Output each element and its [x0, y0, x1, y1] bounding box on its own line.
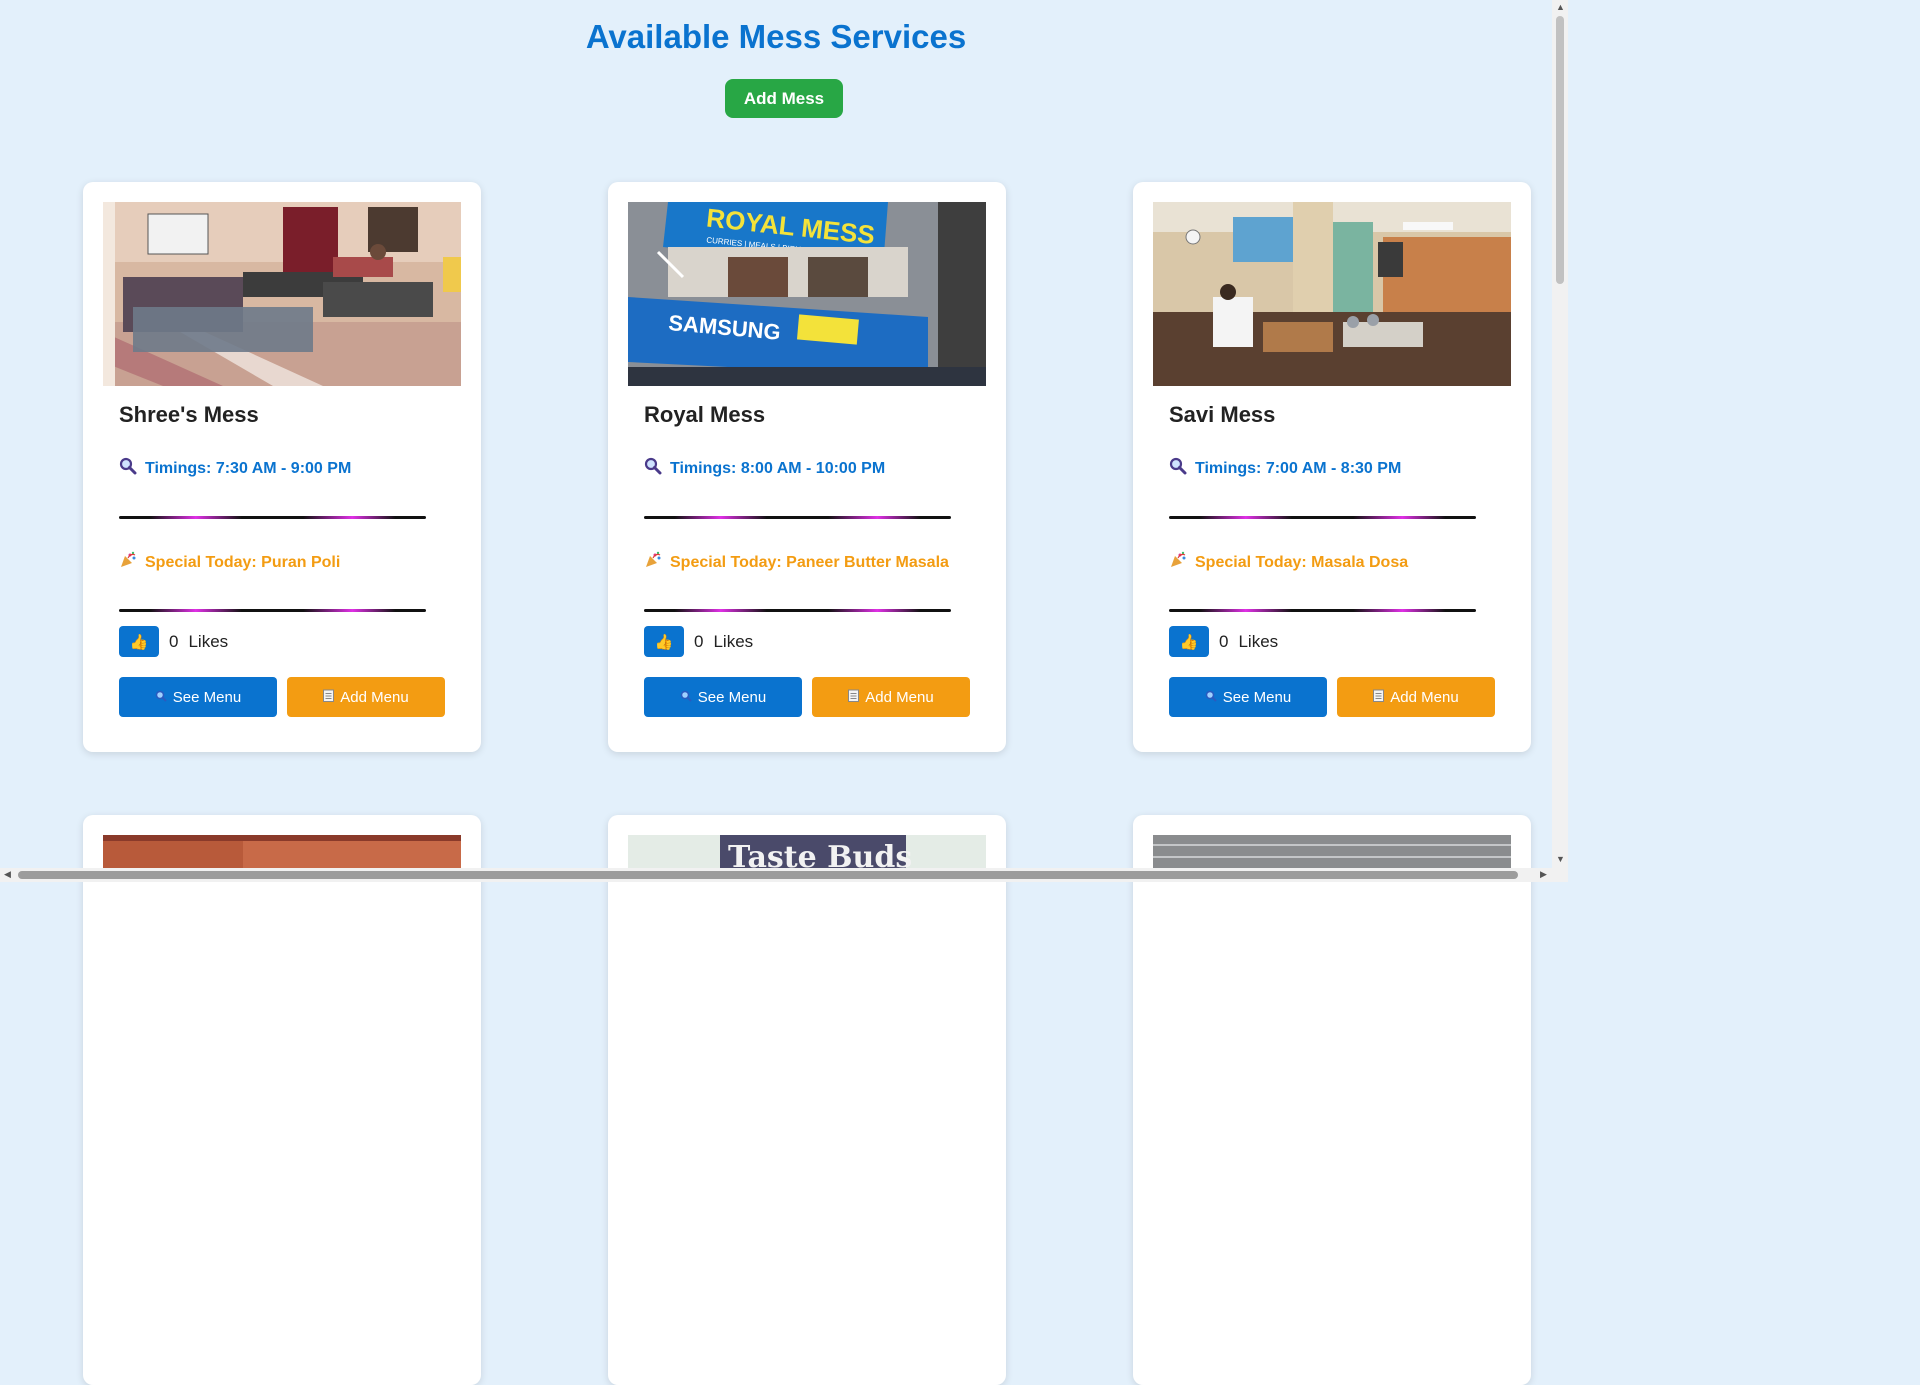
- mess-card: Shree's Mess Timings: 7:30 AM - 9:00 PM …: [83, 182, 481, 752]
- see-menu-label: See Menu: [172, 688, 242, 706]
- likes-label: Likes: [713, 632, 754, 651]
- notepad-icon: [1373, 689, 1385, 706]
- like-button[interactable]: 👍: [119, 626, 159, 657]
- scroll-down-arrow-icon[interactable]: ▼: [1556, 855, 1565, 864]
- mess-card: Taste Buds: [608, 815, 1006, 1385]
- special-text: Special Today: Masala Dosa: [1195, 553, 1409, 571]
- mess-photo: ROYAL MESS CURRIES | MEALS | BIRYANI'S |…: [628, 202, 986, 386]
- special-today: Special Today: Masala Dosa: [1169, 551, 1408, 574]
- mess-card: ROYAL MESS CURRIES | MEALS | BIRYANI'S |…: [608, 182, 1006, 752]
- mess-card: Savi Mess Timings: 7:00 AM - 8:30 PM Spe…: [1133, 182, 1531, 752]
- thumbs-up-icon: 👍: [654, 633, 674, 651]
- likes-counter: 0 Likes: [169, 632, 228, 652]
- see-menu-label: See Menu: [697, 688, 767, 706]
- see-menu-button[interactable]: See Menu: [1169, 677, 1327, 717]
- party-popper-icon: [644, 551, 662, 574]
- scroll-left-arrow-icon[interactable]: ◀: [4, 870, 11, 879]
- add-menu-button[interactable]: Add Menu: [1337, 677, 1495, 717]
- special-today: Special Today: Puran Poli: [119, 551, 340, 574]
- magnifier-icon: [1169, 457, 1187, 480]
- add-menu-label: Add Menu: [340, 688, 409, 706]
- mess-timings: Timings: 7:30 AM - 9:00 PM: [119, 457, 351, 480]
- timings-text: Timings: 7:30 AM - 9:00 PM: [145, 459, 352, 477]
- timings-text: Timings: 7:00 AM - 8:30 PM: [1195, 459, 1402, 477]
- page-title: Available Mess Services: [585, 18, 967, 55]
- add-menu-label: Add Menu: [1390, 688, 1459, 706]
- divider: [1169, 516, 1476, 519]
- magnifier-icon: [1205, 689, 1217, 706]
- mess-card: [1133, 815, 1531, 1385]
- see-menu-button[interactable]: See Menu: [119, 677, 277, 717]
- add-menu-label: Add Menu: [865, 688, 934, 706]
- likes-label: Likes: [188, 632, 229, 651]
- divider: [1169, 609, 1476, 612]
- add-menu-button[interactable]: Add Menu: [812, 677, 970, 717]
- timings-text: Timings: 8:00 AM - 10:00 PM: [670, 459, 886, 477]
- vertical-scrollbar[interactable]: ▲ ▼: [1552, 0, 1568, 868]
- mess-timings: Timings: 8:00 AM - 10:00 PM: [644, 457, 885, 480]
- divider: [119, 516, 426, 519]
- mess-photo: [1153, 202, 1511, 386]
- see-menu-label: See Menu: [1222, 688, 1292, 706]
- notepad-icon: [848, 689, 860, 706]
- like-button[interactable]: 👍: [1169, 626, 1209, 657]
- magnifier-icon: [680, 689, 692, 706]
- likes-count: 0: [1219, 632, 1229, 651]
- party-popper-icon: [119, 551, 137, 574]
- horizontal-scrollbar[interactable]: ◀ ▶: [0, 868, 1568, 882]
- likes-count: 0: [169, 632, 179, 651]
- scroll-right-arrow-icon[interactable]: ▶: [1540, 870, 1547, 879]
- special-text: Special Today: Paneer Butter Masala: [670, 553, 949, 571]
- thumbs-up-icon: 👍: [129, 633, 149, 651]
- like-button[interactable]: 👍: [644, 626, 684, 657]
- special-text: Special Today: Puran Poli: [145, 553, 341, 571]
- magnifier-icon: [155, 689, 167, 706]
- divider: [644, 516, 951, 519]
- mess-photo: [103, 202, 461, 386]
- magnifier-icon: [644, 457, 662, 480]
- likes-count: 0: [694, 632, 704, 651]
- add-mess-button[interactable]: Add Mess: [725, 79, 843, 118]
- scroll-up-arrow-icon[interactable]: ▲: [1556, 3, 1565, 12]
- likes-label: Likes: [1238, 632, 1279, 651]
- thumbs-up-icon: 👍: [1179, 633, 1199, 651]
- mess-timings: Timings: 7:00 AM - 8:30 PM: [1169, 457, 1401, 480]
- see-menu-button[interactable]: See Menu: [644, 677, 802, 717]
- divider: [119, 609, 426, 612]
- likes-counter: 0 Likes: [694, 632, 753, 652]
- mess-name: Shree's Mess: [119, 402, 259, 427]
- add-menu-button[interactable]: Add Menu: [287, 677, 445, 717]
- mess-name: Savi Mess: [1169, 402, 1276, 427]
- horizontal-scroll-thumb[interactable]: [18, 871, 1518, 879]
- divider: [644, 609, 951, 612]
- mess-card: [83, 815, 481, 1385]
- vertical-scroll-thumb[interactable]: [1556, 16, 1564, 284]
- special-today: Special Today: Paneer Butter Masala: [644, 551, 949, 574]
- notepad-icon: [323, 689, 335, 706]
- magnifier-icon: [119, 457, 137, 480]
- mess-name: Royal Mess: [644, 402, 766, 427]
- party-popper-icon: [1169, 551, 1187, 574]
- likes-counter: 0 Likes: [1219, 632, 1278, 652]
